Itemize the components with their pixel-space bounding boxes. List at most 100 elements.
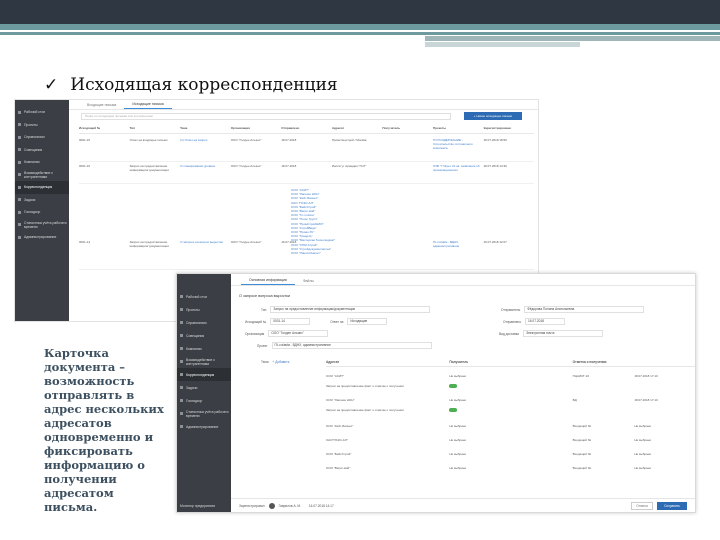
receipt-toggle[interactable] bbox=[448, 408, 457, 412]
delivery-select[interactable]: Электронная почта bbox=[522, 330, 603, 337]
shield-icon bbox=[180, 399, 183, 402]
sent-date-field: Отправлено 16.07.2018 bbox=[503, 318, 565, 325]
column-header[interactable]: Исходящий № bbox=[79, 126, 130, 133]
table-row[interactable]: Запрос на предоставление факт о отметке … bbox=[326, 384, 695, 388]
tasks-icon bbox=[180, 386, 183, 389]
sidebar-item-tasks[interactable]: Задачи bbox=[15, 194, 69, 207]
people-icon bbox=[18, 148, 21, 152]
sidebar-item-timesheet[interactable]: Статистика учёта рабочего времени bbox=[15, 219, 69, 232]
sidebar-item-correspondence[interactable]: Корреспонденция bbox=[15, 181, 69, 194]
mail-icon bbox=[180, 373, 183, 376]
sent-date-input[interactable]: 16.07.2018 bbox=[525, 318, 565, 325]
table-row[interactable]: ООО "Лапшин НОН" Не выбрано ВД 18.07.201… bbox=[326, 398, 695, 402]
table-row[interactable]: 0001-16 Запрос на предоставление информа… bbox=[79, 164, 534, 184]
column-header[interactable]: Получатель bbox=[382, 126, 433, 133]
column-header[interactable]: Организация bbox=[231, 126, 282, 133]
clock-icon bbox=[180, 412, 183, 415]
sidebar-item-tasks[interactable]: Задачи bbox=[177, 381, 231, 394]
building-icon bbox=[18, 160, 21, 164]
new-letter-button[interactable]: + Новое исходящее письмо bbox=[464, 112, 522, 120]
sidebar: Рабочий стол Проекты Справочники Совещан… bbox=[177, 274, 231, 512]
sidebar-item-meetings[interactable]: Совещания bbox=[177, 329, 231, 342]
tab-outgoing[interactable]: Исходящие письма bbox=[124, 100, 172, 109]
tab-files[interactable]: Файлы bbox=[295, 277, 322, 285]
outgoing-number-input[interactable]: 0001-14 bbox=[270, 318, 311, 325]
sidebar-item-correspondence[interactable]: Корреспонденция bbox=[177, 368, 231, 381]
shield-icon bbox=[18, 210, 21, 214]
slide-title-text: Исходящая корреспонденция bbox=[70, 75, 338, 95]
search-input[interactable]: Поиск по исходящим письмам или контраген… bbox=[81, 113, 451, 120]
addressees-grid-header: Адресат Получатель Отметка о получении bbox=[326, 360, 695, 367]
sidebar-item-supervision[interactable]: Госнадзор bbox=[177, 394, 231, 407]
sidebar-item-directories[interactable]: Справочники bbox=[177, 316, 231, 329]
save-button[interactable]: Сохранить bbox=[657, 502, 687, 510]
addressee-list: ООО "АСИТ" ООО "Лапшин НОН" ООО "Кейт-Би… bbox=[291, 188, 335, 255]
sidebar-item-meetings[interactable]: Совещания bbox=[15, 144, 69, 157]
sidebar-item-timesheet[interactable]: Статистика учёта рабочего времени bbox=[177, 407, 231, 420]
people-icon bbox=[180, 334, 183, 337]
home-icon bbox=[18, 110, 21, 114]
building-icon bbox=[180, 347, 183, 350]
header-band-teal bbox=[0, 24, 720, 30]
header-band-gray bbox=[425, 36, 720, 41]
column-header[interactable]: Тип bbox=[130, 126, 181, 133]
sidebar-item-contractors[interactable]: Взаимодействие с контрагентами bbox=[177, 355, 231, 368]
add-addressee-button[interactable]: + Добавить bbox=[273, 360, 290, 364]
tab-incoming[interactable]: Входящие письма bbox=[79, 101, 124, 109]
table-row[interactable]: ООО "Кейт-Бизнес" Не выбрано Входящий № … bbox=[326, 424, 695, 428]
type-select[interactable]: Запрос на предоставление информации/доку… bbox=[270, 306, 431, 313]
column-header[interactable]: Тема bbox=[180, 126, 231, 133]
avatar bbox=[268, 502, 275, 509]
tab-main-info[interactable]: Основная информация bbox=[241, 276, 295, 285]
sidebar-item-directories[interactable]: Справочники bbox=[15, 131, 69, 144]
document-card-screenshot: Рабочий стол Проекты Справочники Совещан… bbox=[176, 273, 696, 513]
sidebar-item-admin[interactable]: Администрирование bbox=[15, 231, 69, 244]
cancel-button[interactable]: Отмена bbox=[631, 502, 653, 510]
table-row[interactable]: 0001-15 Ответ на входящее письмо (1) Отв… bbox=[79, 138, 534, 162]
handshake-icon bbox=[18, 173, 21, 177]
column-header[interactable]: Проекты bbox=[433, 126, 484, 133]
organization-select[interactable]: ООО "Голден Альянс" bbox=[268, 330, 329, 337]
sidebar-item-desktop[interactable]: Рабочий стол bbox=[177, 290, 231, 303]
check-icon: ✓ bbox=[44, 75, 59, 95]
card-title: О запросе вопроса выростки bbox=[239, 294, 291, 298]
sidebar-item-supervision[interactable]: Госнадзор bbox=[15, 206, 69, 219]
clock-icon bbox=[18, 223, 21, 227]
header-band-thin bbox=[0, 32, 720, 35]
table-row[interactable]: ООО "БейсСтрой" Не выбрано Входящий № Не… bbox=[326, 452, 695, 456]
home-icon bbox=[180, 295, 183, 298]
card-main: Основная информация Файлы О запросе вопр… bbox=[231, 274, 695, 512]
table-row[interactable]: ОАО"ПСКС-АЛ" Не выбрано Входящий № Не вы… bbox=[326, 438, 695, 442]
project-select[interactable]: ГК-сч/ав/м - ВДНХ, административное bbox=[271, 342, 432, 349]
sidebar-item-projects[interactable]: Проекты bbox=[15, 119, 69, 132]
list-item[interactable]: ООО "Линия-Ремонт" bbox=[291, 251, 335, 255]
handshake-icon bbox=[180, 360, 183, 363]
sidebar-item-admin[interactable]: Администрирование bbox=[177, 420, 231, 433]
sidebar-item-desktop[interactable]: Рабочий стол bbox=[15, 106, 69, 119]
project-field: Проект ГК-сч/ав/м - ВДНХ, административн… bbox=[257, 342, 432, 349]
header-band-dark bbox=[0, 0, 720, 24]
column-header[interactable]: Адресат bbox=[332, 126, 383, 133]
table-row[interactable]: Запрос на предоставление факт о отметке … bbox=[326, 408, 695, 412]
sender-select[interactable]: Фёдорова Полина Анатольевна bbox=[524, 306, 645, 313]
tasks-icon bbox=[18, 198, 21, 202]
table-row[interactable]: ООО "Вагрс-мой" Не выбрано Входящий № Не… bbox=[326, 466, 695, 470]
sidebar-item-companies[interactable]: Компании bbox=[177, 342, 231, 355]
receipt-toggle[interactable] bbox=[448, 384, 457, 388]
gear-icon bbox=[180, 425, 183, 428]
mail-icon bbox=[18, 185, 21, 189]
tab-bar: Входящие письма Исходящие письма bbox=[69, 100, 538, 110]
column-header[interactable]: Отправлено bbox=[281, 126, 332, 133]
organization-field: Организация ООО "Голден Альянс" bbox=[245, 330, 329, 337]
header-band-light bbox=[425, 42, 580, 47]
slide-title: ✓ Исходящая корреспонденция bbox=[44, 75, 338, 95]
sidebar-item-companies[interactable]: Компании bbox=[15, 156, 69, 169]
sidebar-item-projects[interactable]: Проекты bbox=[177, 303, 231, 316]
column-header[interactable]: Зарегистрировано bbox=[484, 126, 535, 133]
slide-caption: Карточка документа – возможность отправл… bbox=[44, 346, 164, 514]
outgoing-number-field: Исходящий № 0001-14 Ответ на Исходящие bbox=[245, 318, 388, 325]
table-row[interactable]: ООО "АСИТ" Не выбрано ПЦАИКТ-16 18.07.20… bbox=[326, 374, 695, 378]
sidebar-bottom-link[interactable]: Монитор предприятия bbox=[180, 504, 215, 508]
reply-to-select[interactable]: Исходящие bbox=[347, 318, 388, 325]
sidebar-item-contractors[interactable]: Взаимодействие с контрагентами bbox=[15, 169, 69, 182]
